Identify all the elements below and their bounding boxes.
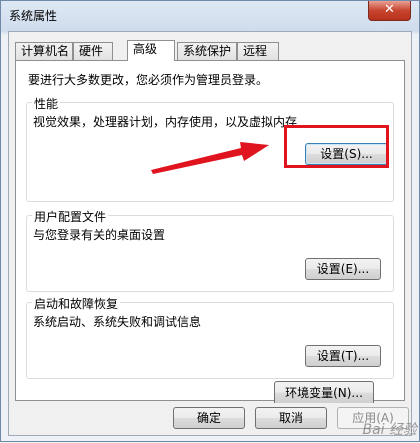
annotation-arrow-icon [151, 142, 269, 174]
system-properties-window: 系统属性 ✕ 计算机名 硬件 高级 系统保护 远程 要进行大多数更改，您必须作为… [0, 0, 420, 442]
tab-advanced[interactable]: 高级 [127, 40, 175, 61]
watermark-logo: Bai 经验 [362, 422, 417, 438]
